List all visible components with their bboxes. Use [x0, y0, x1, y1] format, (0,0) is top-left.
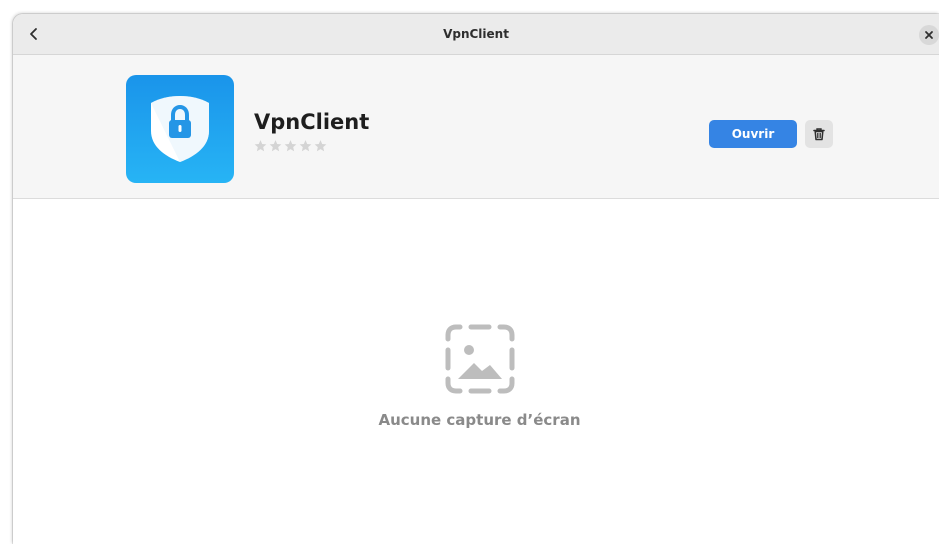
desktop-background-left [0, 0, 13, 544]
star-icon [284, 140, 297, 152]
open-button[interactable]: Ouvrir [709, 120, 797, 148]
app-name: VpnClient [254, 110, 370, 134]
delete-button[interactable] [805, 120, 833, 148]
image-placeholder-icon [445, 324, 515, 394]
desktop-background-top [0, 0, 939, 14]
app-window: VpnClient VpnClient Ouvrir Aucune captur… [13, 14, 939, 544]
window-title: VpnClient [443, 27, 509, 41]
star-icon [314, 140, 327, 152]
no-screenshots-label: Aucune capture d’écran [378, 411, 581, 429]
rating-stars [253, 139, 328, 153]
app-details-header: VpnClient Ouvrir [13, 55, 939, 199]
header-bar: VpnClient [13, 14, 939, 55]
screenshots-empty-state: Aucune capture d’écran [13, 199, 939, 544]
close-icon [925, 31, 933, 39]
star-icon [299, 140, 312, 152]
trash-icon [813, 128, 825, 141]
close-button[interactable] [919, 25, 939, 45]
star-icon [269, 140, 282, 152]
vpn-shield-lock-icon [126, 75, 234, 183]
star-icon [254, 140, 267, 152]
